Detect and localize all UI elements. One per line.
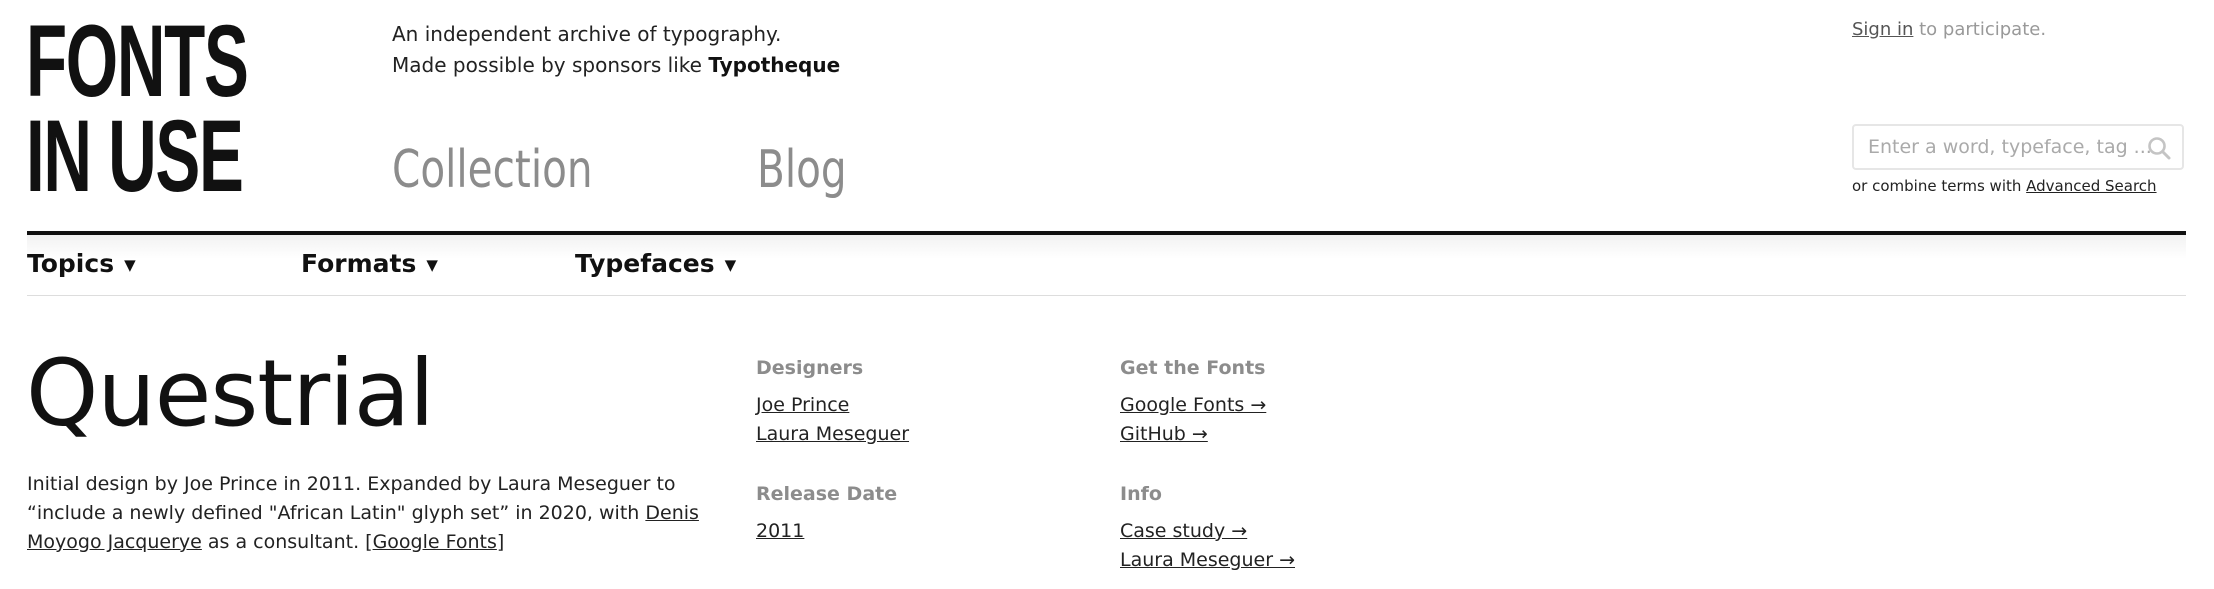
signin-link[interactable]: Sign in	[1852, 19, 1913, 40]
designer-link-joe-prince[interactable]: Joe Prince	[756, 394, 849, 416]
signin-prompt: Sign in to participate.	[1852, 19, 2046, 40]
caret-down-icon: ▼	[426, 256, 438, 274]
sponsor-link[interactable]: Typotheque	[708, 53, 840, 77]
tagline-prefix: Made possible by sponsors like	[392, 53, 709, 77]
logo-line-1: FONTS	[26, 4, 249, 118]
search-hint-prefix: or combine terms with	[1852, 177, 2027, 195]
tagline: An independent archive of typography. Ma…	[392, 19, 840, 81]
desc-text-end: ]	[496, 531, 505, 553]
site-logo[interactable]: FONTS IN USE	[26, 4, 249, 213]
tagline-line-2: Made possible by sponsors like Typothequ…	[392, 50, 840, 81]
designer-link-laura-meseguer[interactable]: Laura Meseguer	[756, 423, 909, 445]
source-link[interactable]: Google Fonts	[373, 531, 497, 553]
subnav-topics[interactable]: Topics ▼	[27, 249, 136, 278]
caret-down-icon: ▼	[724, 256, 737, 274]
release-date-heading: Release Date	[756, 483, 898, 505]
subnav-formats-label: Formats	[301, 249, 417, 278]
search-hint: or combine terms with Advanced Search	[1852, 177, 2157, 195]
desc-text-1: Initial design by Joe Prince in 2011. Ex…	[27, 473, 676, 524]
caret-down-icon: ▼	[124, 256, 136, 274]
signin-suffix: to participate.	[1913, 19, 2047, 40]
subnav-topics-label: Topics	[27, 249, 115, 278]
subnav-formats[interactable]: Formats ▼	[301, 249, 438, 278]
github-link[interactable]: GitHub →	[1120, 423, 1208, 445]
desc-text-2: as a consultant. [	[201, 531, 373, 553]
laura-meseguer-info-link[interactable]: Laura Meseguer →	[1120, 549, 1295, 571]
tagline-line-1: An independent archive of typography.	[392, 22, 782, 46]
search-icon[interactable]	[2146, 135, 2172, 161]
get-fonts-heading: Get the Fonts	[1120, 357, 1266, 379]
nav-blog[interactable]: Blog	[757, 140, 847, 200]
typeface-description: Initial design by Joe Prince in 2011. Ex…	[27, 470, 727, 557]
info-heading: Info	[1120, 483, 1162, 505]
release-year-link[interactable]: 2011	[756, 520, 804, 542]
case-study-link[interactable]: Case study →	[1120, 520, 1247, 542]
subnav-divider	[27, 295, 2186, 296]
advanced-search-link[interactable]: Advanced Search	[2026, 177, 2156, 195]
logo-line-2: IN USE	[26, 99, 244, 213]
subnav-typefaces[interactable]: Typefaces ▼	[575, 249, 736, 278]
designers-heading: Designers	[756, 357, 864, 379]
search-input[interactable]	[1854, 126, 2150, 168]
nav-collection[interactable]: Collection	[392, 140, 593, 200]
google-fonts-link[interactable]: Google Fonts →	[1120, 394, 1266, 416]
search-box	[1852, 124, 2184, 170]
subnav-typefaces-label: Typefaces	[575, 249, 715, 278]
typeface-title: Questrial	[26, 340, 435, 447]
